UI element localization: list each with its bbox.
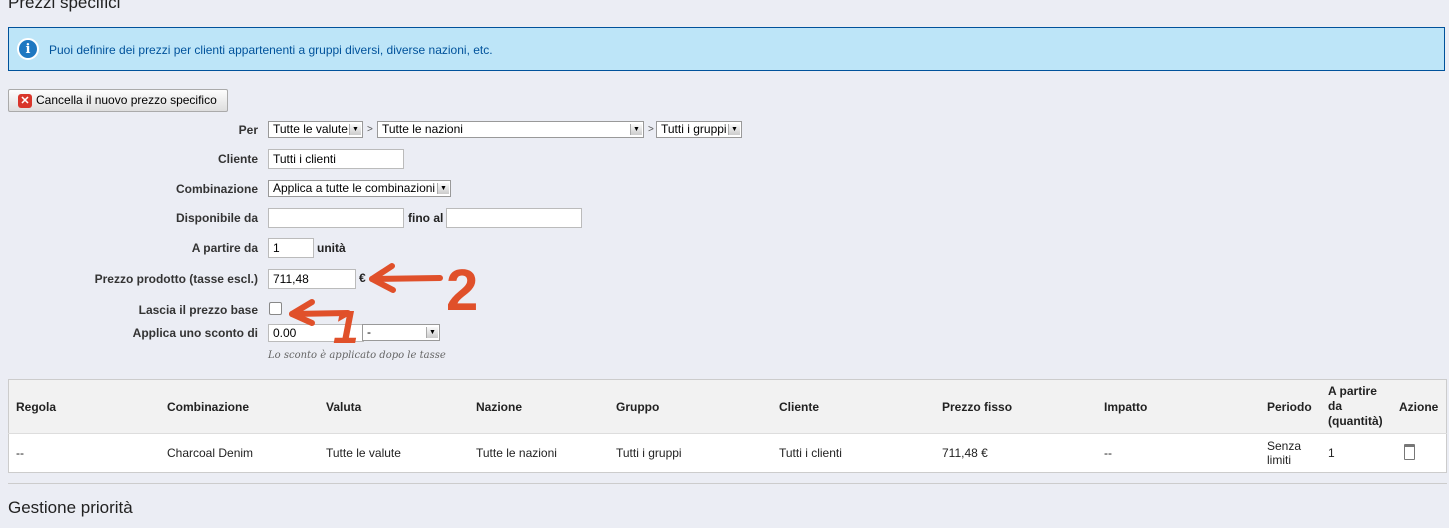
col-rule: Regola: [8, 379, 160, 434]
trash-icon[interactable]: [1404, 443, 1415, 460]
annotation-arrow-2: [369, 275, 443, 282]
col-country: Nazione: [469, 379, 609, 434]
cell-customer: Tutti i clienti: [772, 433, 935, 473]
cell-fixed-price: 711,48 €: [935, 433, 1097, 473]
cell-rule: --: [8, 433, 160, 473]
col-customer: Cliente: [772, 379, 935, 434]
cell-impact: --: [1097, 433, 1260, 473]
col-impact: Impatto: [1097, 379, 1260, 434]
cell-combination: Charcoal Denim: [160, 433, 319, 473]
priority-section-title: Gestione priorità: [8, 498, 133, 517]
cell-period: Senza limiti: [1260, 433, 1321, 473]
divider: [8, 483, 1447, 484]
col-fixed-price: Prezzo fisso: [935, 379, 1097, 434]
cell-country: Tutte le nazioni: [469, 433, 609, 473]
col-combination: Combinazione: [160, 379, 319, 434]
cell-currency: Tutte le valute: [319, 433, 469, 473]
col-action: Azione: [1392, 379, 1447, 434]
specific-prices-table: Regola Combinazione Valuta Nazione Grupp…: [8, 379, 1447, 473]
cell-group: Tutti i gruppi: [609, 433, 772, 473]
annotation-number-2: 2: [446, 258, 478, 323]
col-currency: Valuta: [319, 379, 469, 434]
table-header-row: Regola Combinazione Valuta Nazione Grupp…: [8, 379, 1447, 434]
col-group: Gruppo: [609, 379, 772, 434]
cell-action: [1392, 433, 1447, 473]
col-from-quantity: A partire da (quantità): [1321, 379, 1392, 434]
cell-from-quantity: 1: [1321, 433, 1392, 473]
col-period: Periodo: [1260, 379, 1321, 434]
annotation-number-1: 1: [333, 301, 359, 353]
table-row: -- Charcoal Denim Tutte le valute Tutte …: [8, 433, 1447, 473]
